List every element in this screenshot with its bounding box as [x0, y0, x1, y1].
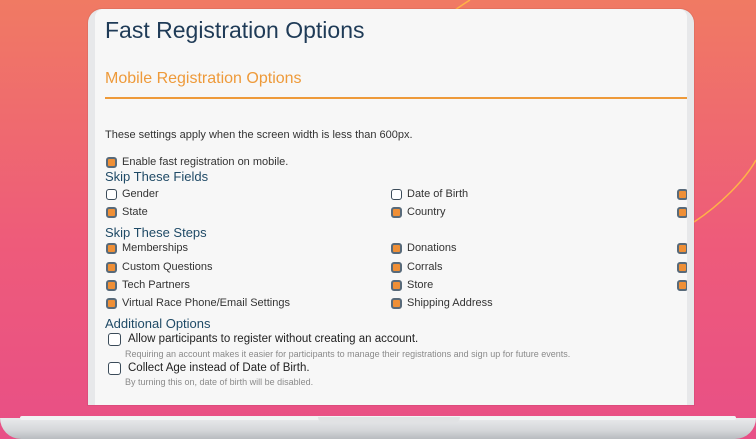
page-title: Fast Registration Options — [105, 17, 365, 43]
skip-step-label: Memberships — [122, 242, 189, 254]
skip-step-tech-partners[interactable]: Tech Partners — [106, 278, 190, 292]
checkbox-checked-icon[interactable] — [106, 279, 117, 291]
skip-step-custom-questions[interactable]: Custom Questions — [106, 260, 212, 274]
skip-step-label: Custom Questions — [122, 261, 213, 273]
section-title: Mobile Registration Options — [105, 70, 302, 87]
collect-age-help: By turning this on, date of birth will b… — [125, 377, 314, 387]
checkbox-checked-icon[interactable] — [391, 261, 402, 273]
skip-field-dob[interactable]: Date of Birth — [391, 187, 468, 201]
skip-field-label: Country — [407, 206, 446, 218]
no-account-checkbox[interactable]: Allow participants to register without c… — [108, 331, 418, 347]
collect-age-checkbox[interactable]: Collect Age instead of Date of Birth. — [108, 360, 310, 376]
checkbox-checked-icon-clipped[interactable] — [677, 207, 687, 218]
checkbox-checked-icon[interactable] — [106, 206, 117, 218]
skip-step-label: Shipping Address — [407, 297, 493, 309]
no-account-help: Requiring an account makes it easier for… — [125, 349, 571, 359]
checkbox-checked-icon[interactable] — [391, 297, 402, 309]
checkbox-checked-icon[interactable] — [391, 242, 402, 254]
skip-step-corrals[interactable]: Corrals — [391, 260, 442, 274]
settings-description: These settings apply when the screen wid… — [105, 129, 413, 141]
checkbox-checked-icon[interactable] — [106, 261, 117, 273]
checkbox-checked-icon[interactable] — [106, 156, 117, 168]
skip-field-gender[interactable]: Gender — [106, 187, 159, 201]
skip-step-label: Donations — [407, 242, 457, 254]
skip-step-label: Store — [407, 279, 434, 291]
additional-options-title: Additional Options — [105, 316, 211, 331]
checkbox-checked-icon[interactable] — [106, 297, 117, 309]
skip-field-label: Gender — [122, 188, 159, 200]
enable-mobile-label: Enable fast registration on mobile. — [122, 156, 289, 168]
skip-step-label: Tech Partners — [122, 279, 190, 291]
skip-step-virtual-race[interactable]: Virtual Race Phone/Email Settings — [106, 296, 290, 310]
checkbox-checked-icon-clipped[interactable] — [677, 243, 687, 254]
skip-fields-title: Skip These Fields — [105, 169, 209, 184]
skip-field-country[interactable]: Country — [391, 205, 446, 219]
settings-screen: Fast Registration Options Mobile Registr… — [95, 9, 687, 405]
skip-step-memberships[interactable]: Memberships — [106, 241, 188, 255]
checkbox-checked-icon[interactable] — [391, 206, 402, 218]
skip-step-label: Virtual Race Phone/Email Settings — [122, 297, 290, 309]
checkbox-checked-icon-clipped[interactable] — [677, 189, 687, 200]
checkbox-unchecked-icon[interactable] — [108, 332, 121, 346]
checkbox-checked-icon[interactable] — [391, 279, 402, 291]
laptop-hinge-notch — [318, 417, 460, 423]
skip-step-store[interactable]: Store — [391, 278, 433, 292]
checkbox-unchecked-icon[interactable] — [106, 188, 117, 200]
skip-field-label: Date of Birth — [407, 188, 469, 200]
checkbox-unchecked-icon[interactable] — [108, 361, 121, 375]
skip-field-label: State — [122, 206, 148, 218]
checkbox-checked-icon[interactable] — [106, 242, 117, 254]
checkbox-checked-icon-clipped[interactable] — [677, 280, 687, 291]
skip-step-label: Corrals — [407, 261, 443, 273]
checkbox-checked-icon-clipped[interactable] — [677, 262, 687, 273]
enable-mobile-checkbox[interactable]: Enable fast registration on mobile. — [106, 155, 288, 169]
no-account-label: Allow participants to register without c… — [128, 333, 419, 345]
skip-step-donations[interactable]: Donations — [391, 241, 457, 255]
skip-field-state[interactable]: State — [106, 205, 148, 219]
checkbox-unchecked-icon[interactable] — [391, 188, 402, 200]
skip-step-shipping-address[interactable]: Shipping Address — [391, 296, 493, 310]
skip-steps-title: Skip These Steps — [105, 225, 207, 240]
collect-age-label: Collect Age instead of Date of Birth. — [128, 362, 310, 374]
section-divider — [105, 97, 687, 99]
